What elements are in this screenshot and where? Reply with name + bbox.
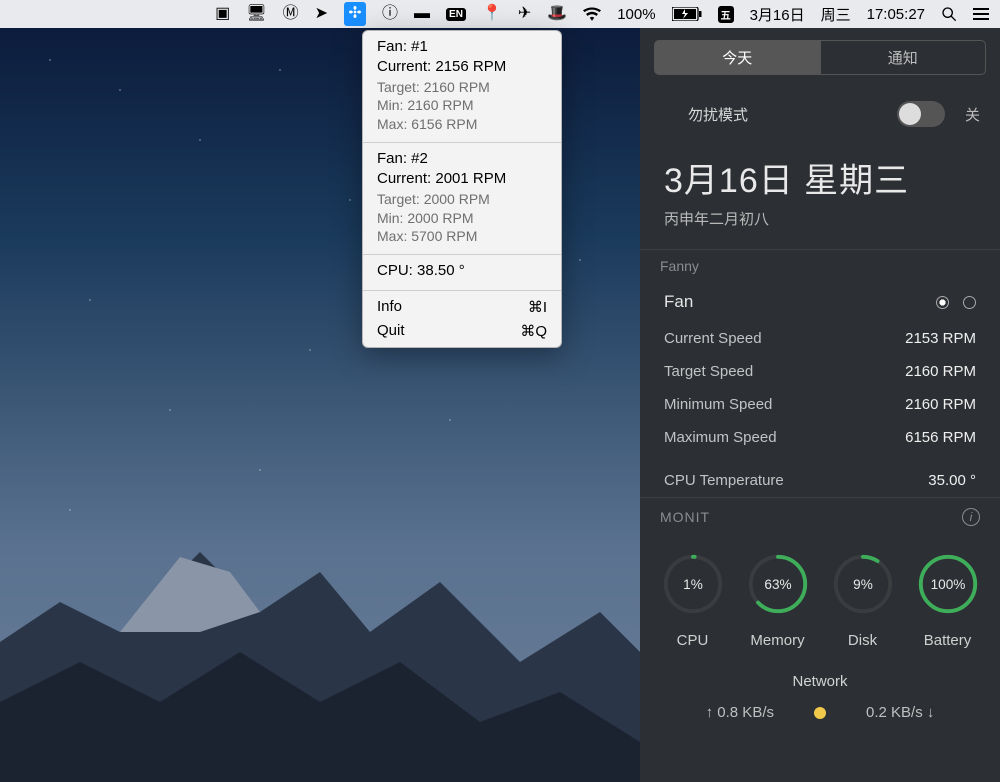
fan-label: Fan <box>664 292 922 312</box>
nc-tabs: 今天 通知 <box>640 28 1000 85</box>
stat-max: Maximum Speed 6156 RPM <box>640 421 1000 454</box>
menu-quit[interactable]: Quit ⌘Q <box>363 319 561 343</box>
stat-min-value: 2160 RPM <box>905 396 976 413</box>
fan-radio-1[interactable] <box>936 296 949 309</box>
dial-cpu-label: CPU <box>659 632 727 649</box>
fanny-dropdown: Fan: #1 Current: 2156 RPM Target: 2160 R… <box>362 30 562 348</box>
svg-text:1%: 1% <box>683 577 703 592</box>
menubar-icon-generic[interactable]: ▣ <box>212 0 233 28</box>
fan2-title: Fan: #2 <box>377 149 547 169</box>
menubar-battery-icon[interactable] <box>669 0 705 28</box>
stat-cpu-value: 35.00 ° <box>928 472 976 489</box>
network-widget: Network ↑ 0.8 KB/s 0.2 KB/s ↓ <box>640 653 1000 731</box>
menubar-battery-pct[interactable]: 100% <box>614 0 658 28</box>
menubar-hat-icon[interactable]: 🎩 <box>544 0 570 28</box>
dial-disk[interactable]: 9% Disk <box>829 550 897 649</box>
menubar-input-en[interactable]: EN <box>443 0 469 28</box>
fan1-min: Min: 2160 RPM <box>377 96 547 115</box>
monit-dials: 1% CPU 63% Memory 9% Disk 100% Battery <box>640 532 1000 653</box>
stat-current-label: Current Speed <box>664 330 762 347</box>
menubar-info-icon[interactable]: ⓘ <box>379 0 401 28</box>
fan1-target: Target: 2160 RPM <box>377 78 547 97</box>
fan-stats: Current Speed 2153 RPM Target Speed 2160… <box>640 322 1000 497</box>
menubar-weekday[interactable]: 周三 <box>818 0 854 28</box>
menubar-arrow-icon[interactable]: ➤ <box>312 0 331 28</box>
stat-target: Target Speed 2160 RPM <box>640 355 1000 388</box>
tab-today[interactable]: 今天 <box>654 40 820 75</box>
network-up: ↑ 0.8 KB/s <box>706 704 774 721</box>
stat-cpu: CPU Temperature 35.00 ° <box>640 464 1000 497</box>
fan2-max: Max: 5700 RPM <box>377 227 547 246</box>
dial-battery-label: Battery <box>914 632 982 649</box>
svg-text:9%: 9% <box>853 577 873 592</box>
menubar-display-icon[interactable]: 🖥 <box>243 0 269 28</box>
menu-quit-label: Quit <box>377 322 405 340</box>
stat-current-value: 2153 RPM <box>905 330 976 347</box>
menu-info-shortcut: ⌘I <box>528 298 547 316</box>
date-lunar: 丙申年二月初八 <box>664 208 976 229</box>
moon-icon <box>660 104 676 124</box>
fan1-section: Fan: #1 Current: 2156 RPM Target: 2160 R… <box>363 31 561 142</box>
stat-min-label: Minimum Speed <box>664 396 772 413</box>
dnd-label: 勿扰模式 <box>688 104 885 125</box>
cpu-temp-section: CPU: 38.50 ° <box>363 255 561 289</box>
stat-target-label: Target Speed <box>664 363 753 380</box>
fan1-max: Max: 6156 RPM <box>377 115 547 134</box>
dnd-row: 勿扰模式 关 <box>640 85 1000 143</box>
menu-info[interactable]: Info ⌘I <box>363 295 561 319</box>
stat-target-value: 2160 RPM <box>905 363 976 380</box>
date-widget: 3月16日 星期三 丙申年二月初八 <box>640 143 1000 249</box>
stat-current: Current Speed 2153 RPM <box>640 322 1000 355</box>
fanny-widget-title: Fanny <box>640 249 1000 282</box>
date-main: 3月16日 星期三 <box>664 153 976 202</box>
menubar-fanny-icon[interactable] <box>341 0 369 28</box>
fan2-min: Min: 2000 RPM <box>377 209 547 228</box>
dial-battery[interactable]: 100% Battery <box>914 550 982 649</box>
dnd-state: 关 <box>965 104 980 125</box>
network-status-dot <box>814 707 826 719</box>
menu-quit-shortcut: ⌘Q <box>520 322 547 340</box>
menubar-m-icon[interactable]: Ⓜ <box>280 0 302 28</box>
dial-cpu[interactable]: 1% CPU <box>659 550 727 649</box>
fan2-target: Target: 2000 RPM <box>377 190 547 209</box>
dial-disk-label: Disk <box>829 632 897 649</box>
fan2-current: Current: 2001 RPM <box>377 169 547 189</box>
stat-max-value: 6156 RPM <box>905 429 976 446</box>
svg-text:63%: 63% <box>764 577 791 592</box>
stat-min: Minimum Speed 2160 RPM <box>640 388 1000 421</box>
menubar-wifi-icon[interactable] <box>580 0 604 28</box>
menubar-notification-center-icon[interactable] <box>970 0 992 28</box>
network-title: Network <box>640 673 1000 690</box>
info-icon[interactable]: i <box>962 508 980 526</box>
fan1-title: Fan: #1 <box>377 37 547 57</box>
menubar-pin-icon[interactable]: 📍 <box>479 0 505 28</box>
monit-title: MONIT <box>660 509 962 525</box>
fan-header: Fan <box>640 282 1000 322</box>
stat-max-label: Maximum Speed <box>664 429 777 446</box>
stat-cpu-label: CPU Temperature <box>664 472 784 489</box>
menubar-time[interactable]: 17:05:27 <box>864 0 928 28</box>
cpu-temp: CPU: 38.50 ° <box>377 261 547 281</box>
dial-memory[interactable]: 63% Memory <box>744 550 812 649</box>
network-down: 0.2 KB/s ↓ <box>866 704 934 721</box>
menubar: ▣ 🖥 Ⓜ ➤ ⓘ ▬ EN 📍 ✈ 🎩 100% 五 3月16日 周三 17:… <box>0 0 1000 28</box>
monit-header: MONIT i <box>640 497 1000 532</box>
menubar-app-icon[interactable]: ▬ <box>411 0 433 28</box>
menubar-telegram-icon[interactable]: ✈ <box>515 0 534 28</box>
menu-info-label: Info <box>377 298 402 316</box>
tab-notifications[interactable]: 通知 <box>820 40 987 75</box>
menubar-spotlight-icon[interactable] <box>938 0 960 28</box>
fan1-current: Current: 2156 RPM <box>377 57 547 77</box>
fan2-section: Fan: #2 Current: 2001 RPM Target: 2000 R… <box>363 143 561 254</box>
fan-radio-2[interactable] <box>963 296 976 309</box>
notification-center: 今天 通知 勿扰模式 关 3月16日 星期三 丙申年二月初八 Fanny Fan… <box>640 28 1000 782</box>
fan-icon <box>344 2 366 26</box>
menubar-date[interactable]: 3月16日 <box>747 0 808 28</box>
svg-text:100%: 100% <box>930 577 965 592</box>
dnd-toggle[interactable] <box>897 101 945 127</box>
menubar-ime-icon[interactable]: 五 <box>715 0 737 28</box>
dial-memory-label: Memory <box>744 632 812 649</box>
